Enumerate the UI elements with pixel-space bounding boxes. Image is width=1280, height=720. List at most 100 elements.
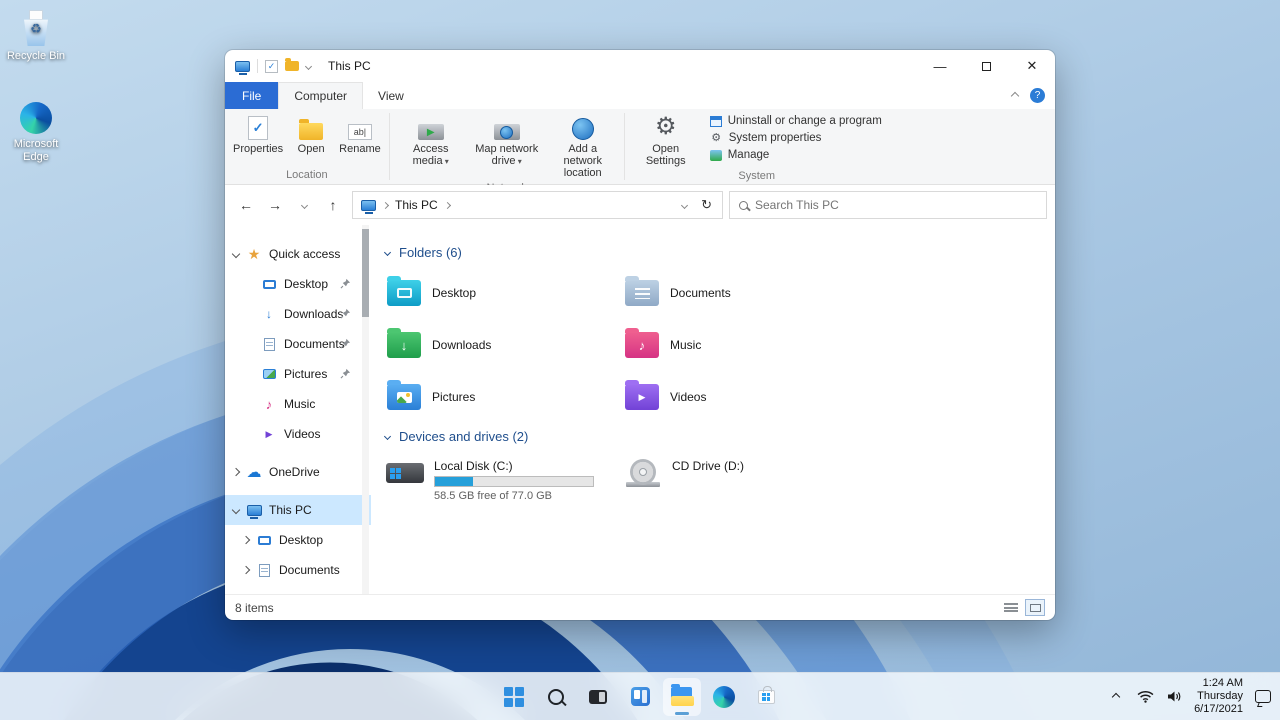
widgets-icon [630,687,650,706]
sidebar-item-videos[interactable]: ▶ Videos [225,419,371,449]
chevron-down-icon[interactable] [231,505,241,515]
tab-view[interactable]: View [363,82,419,109]
breadcrumb-chevron-icon[interactable] [381,201,390,209]
rename-icon: ab| [347,124,372,140]
address-dropdown-icon[interactable] [681,201,689,209]
minimize-button[interactable]: — [917,50,963,82]
sidebar-item-pc-documents[interactable]: Documents [225,555,371,585]
properties-icon: ✓ [248,116,269,140]
task-view-button[interactable] [579,678,617,716]
notifications-icon[interactable] [1254,688,1272,706]
qat-newfolder-icon[interactable] [285,58,299,71]
system-properties-button[interactable]: ⚙ System properties [710,132,882,145]
hidden-icons-button[interactable] [1107,688,1125,706]
folders-section-header[interactable]: Folders (6) [383,241,1055,263]
back-button[interactable]: ← [233,192,259,218]
search-box[interactable] [729,191,1047,219]
store-icon [757,685,775,704]
folder-tile-documents[interactable]: Documents [623,267,861,319]
folder-tile-downloads[interactable]: ↓ Downloads [385,319,623,371]
sidebar-item-pc-desktop[interactable]: Desktop [225,525,371,555]
address-bar[interactable]: This PC ↻ [352,191,723,219]
edge-button[interactable] [705,678,743,716]
breadcrumb-this-pc[interactable]: This PC [395,198,438,212]
map-network-drive-button[interactable]: Map network drive [469,110,545,170]
thumbnails-view-button[interactable] [1025,599,1045,616]
add-network-location-button[interactable]: Add a network location [545,110,621,181]
windows-logo-icon [504,686,524,707]
collapse-ribbon-icon[interactable] [1010,91,1020,100]
pin-icon [340,308,351,319]
qat-customize-chevron-icon[interactable] [304,62,313,70]
sidebar-scrollbar[interactable] [362,225,369,594]
open-button[interactable]: Open [288,110,334,157]
sidebar-item-onedrive[interactable]: ☁ OneDrive [225,457,371,487]
explorer-window: ✓ This PC — ✕ File Computer View ? ✓ Pro… [225,50,1055,620]
desktop[interactable]: { "colors": { "accent": "#0078d4", "sele… [0,0,1280,720]
recycle-bin-shortcut[interactable]: ♻ Recycle Bin [0,10,72,63]
window-title: This PC [328,59,371,73]
chevron-right-icon[interactable] [241,535,251,545]
breadcrumb-chevron-icon[interactable] [443,201,451,209]
devices-section-header[interactable]: Devices and drives (2) [383,425,1055,447]
taskbar-clock[interactable]: 1:24 AM Thursday 6/17/2021 [1194,677,1243,716]
documents-folder-icon [625,276,659,306]
manage-button[interactable]: Manage [709,149,882,162]
folder-tile-desktop[interactable]: Desktop [385,267,623,319]
sidebar-item-downloads[interactable]: ↓ Downloads [225,299,371,329]
folder-tile-pictures[interactable]: Pictures [385,371,623,423]
disk-usage-bar [434,476,594,487]
drive-tile-local-disk[interactable]: Local Disk (C:) 58.5 GB free of 77.0 GB [385,455,623,507]
store-button[interactable] [747,678,785,716]
qat-properties-icon[interactable]: ✓ [265,59,278,73]
network-icon[interactable] [1136,688,1154,706]
folder-tile-music[interactable]: ♪ Music [623,319,861,371]
sidebar-item-desktop[interactable]: Desktop [225,269,371,299]
recycle-bin-icon: ♻ [21,10,51,46]
documents-icon [256,562,272,578]
drive-tile-cd[interactable]: CD Drive (D:) [623,455,861,507]
uninstall-program-button[interactable]: Uninstall or change a program [709,115,882,128]
search-icon [739,200,748,210]
access-media-button[interactable]: ▶ Access media [393,110,469,170]
sidebar-item-documents[interactable]: Documents [225,329,371,359]
scrollbar-thumb[interactable] [362,229,369,317]
start-button[interactable] [495,678,533,716]
folder-tile-videos[interactable]: ▶ Videos [623,371,861,423]
tab-computer[interactable]: Computer [278,82,364,109]
sidebar-item-quick-access[interactable]: ★ Quick access [225,239,371,269]
sidebar-item-music[interactable]: ♪ Music [225,389,371,419]
refresh-icon[interactable]: ↻ [701,197,712,213]
properties-button[interactable]: ✓ Properties [228,110,288,157]
rename-button[interactable]: ab| Rename [334,110,386,157]
chevron-right-icon[interactable] [241,565,251,575]
help-icon[interactable]: ? [1030,88,1045,103]
recent-locations-chevron[interactable] [291,192,317,218]
downloads-folder-icon: ↓ [387,328,421,358]
open-settings-button[interactable]: ⚙ Open Settings [628,110,704,169]
volume-icon[interactable] [1165,688,1183,706]
sidebar-item-pictures[interactable]: Pictures [225,359,371,389]
tab-file[interactable]: File [225,82,279,109]
title-bar[interactable]: ✓ This PC — ✕ [225,50,1055,82]
chevron-right-icon[interactable] [231,467,241,477]
uninstall-icon [709,116,722,127]
collapse-section-icon[interactable] [383,248,392,256]
search-input[interactable] [755,198,1037,212]
edge-shortcut[interactable]: Microsoft Edge [0,102,72,164]
forward-button[interactable]: → [262,192,288,218]
collapse-section-icon[interactable] [383,432,392,440]
edge-icon [20,102,52,134]
sidebar-item-this-pc[interactable]: This PC [225,495,371,525]
widgets-button[interactable] [621,678,659,716]
taskbar-search-button[interactable] [537,678,575,716]
ribbon: ✓ Properties Open ab| Rename Location ▶ [225,109,1055,194]
disk-capacity-text: 58.5 GB free of 77.0 GB [434,490,553,502]
file-explorer-button[interactable] [663,677,701,716]
close-button[interactable]: ✕ [1009,50,1055,82]
up-button[interactable]: ↑ [320,192,346,218]
chevron-down-icon[interactable] [231,249,241,259]
details-view-button[interactable] [1003,601,1019,614]
maximize-button[interactable] [963,50,1009,82]
recycle-bin-label: Recycle Bin [6,50,66,62]
